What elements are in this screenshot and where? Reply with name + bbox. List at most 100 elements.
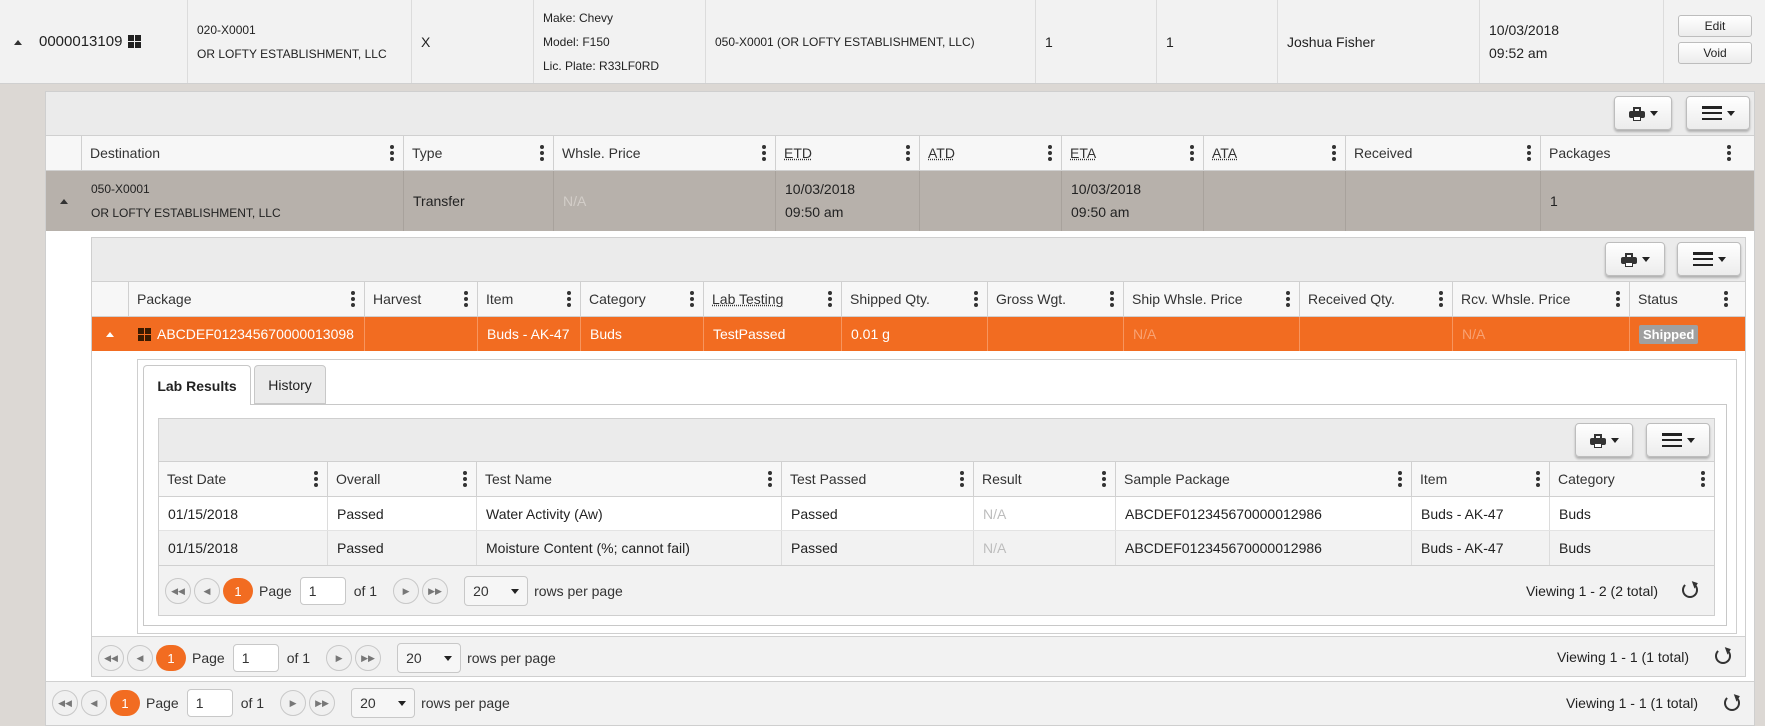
column-menu-icon[interactable] <box>1701 471 1705 487</box>
tab-lab-results[interactable]: Lab Results <box>143 365 251 405</box>
col-eta[interactable]: ETA <box>1062 136 1204 170</box>
table-row[interactable]: 01/15/2018 Passed Water Activity (Aw) Pa… <box>159 497 1714 531</box>
col-package[interactable]: Package <box>129 282 365 316</box>
column-menu-icon[interactable] <box>1190 145 1194 161</box>
col-result[interactable]: Result <box>974 462 1116 496</box>
page-input[interactable]: 1 <box>232 644 279 672</box>
column-menu-icon[interactable] <box>351 291 355 307</box>
column-menu-icon[interactable] <box>762 145 766 161</box>
column-menu-icon[interactable] <box>1727 145 1731 161</box>
col-received-qty[interactable]: Received Qty. <box>1300 282 1453 316</box>
col-lab-testing[interactable]: Lab Testing <box>704 282 842 316</box>
col-ata[interactable]: ATA <box>1204 136 1346 170</box>
package-grid-icon[interactable] <box>138 327 151 341</box>
current-page-button[interactable]: 1 <box>156 645 186 671</box>
refresh-icon[interactable] <box>1724 695 1740 711</box>
prev-page-button[interactable]: ◀ <box>81 690 107 716</box>
col-type[interactable]: Type <box>404 136 554 170</box>
table-row[interactable]: 01/15/2018 Passed Moisture Content (%; c… <box>159 531 1714 565</box>
print-button[interactable] <box>1575 423 1633 457</box>
first-page-button[interactable]: ◀◀ <box>98 645 124 671</box>
column-menu-icon[interactable] <box>1536 471 1540 487</box>
print-button[interactable] <box>1614 96 1672 130</box>
next-page-button[interactable]: ▶ <box>280 690 307 716</box>
collapse-manifest-icon[interactable] <box>14 40 22 45</box>
col-whsle-price[interactable]: Whsle. Price <box>554 136 776 170</box>
collapse-row-icon[interactable] <box>106 332 114 337</box>
col-atd[interactable]: ATD <box>920 136 1062 170</box>
column-menu-icon[interactable] <box>828 291 832 307</box>
menu-button[interactable] <box>1686 96 1750 130</box>
column-menu-icon[interactable] <box>1286 291 1290 307</box>
column-menu-icon[interactable] <box>390 145 394 161</box>
column-menu-icon[interactable] <box>1527 145 1531 161</box>
column-menu-icon[interactable] <box>1724 291 1728 307</box>
col-shipped-qty[interactable]: Shipped Qty. <box>842 282 988 316</box>
last-page-button[interactable]: ▶▶ <box>422 578 449 604</box>
column-menu-icon[interactable] <box>1102 471 1106 487</box>
prev-page-button[interactable]: ◀ <box>127 645 153 671</box>
column-menu-icon[interactable] <box>1110 291 1114 307</box>
collapse-row-icon[interactable] <box>60 199 68 204</box>
menu-button[interactable] <box>1677 242 1741 276</box>
rows-per-page-select[interactable]: 20 <box>351 688 416 718</box>
column-menu-icon[interactable] <box>463 471 467 487</box>
column-menu-icon[interactable] <box>690 291 694 307</box>
edit-button[interactable]: Edit <box>1678 15 1752 37</box>
col-test-passed[interactable]: Test Passed <box>782 462 974 496</box>
col-sample-package[interactable]: Sample Package <box>1116 462 1412 496</box>
last-page-button[interactable]: ▶▶ <box>355 645 382 671</box>
rows-per-page-select[interactable]: 20 <box>397 643 462 673</box>
column-menu-icon[interactable] <box>314 471 318 487</box>
col-status[interactable]: Status <box>1630 282 1737 316</box>
col-packages[interactable]: Packages <box>1541 136 1740 170</box>
column-menu-icon[interactable] <box>1616 291 1620 307</box>
column-menu-icon[interactable] <box>960 471 964 487</box>
package-grid-icon[interactable] <box>128 35 142 48</box>
col-destination[interactable]: Destination <box>82 136 404 170</box>
tab-history[interactable]: History <box>254 365 326 404</box>
destination-row[interactable]: 050-X0001 OR LOFTY ESTABLISHMENT, LLC Tr… <box>46 171 1754 231</box>
column-menu-icon[interactable] <box>1048 145 1052 161</box>
column-menu-icon[interactable] <box>768 471 772 487</box>
col-ship-whsle-price[interactable]: Ship Whsle. Price <box>1124 282 1300 316</box>
rows-per-page-select[interactable]: 20 <box>464 576 529 606</box>
col-gross-wgt[interactable]: Gross Wgt. <box>988 282 1124 316</box>
column-menu-icon[interactable] <box>1398 471 1402 487</box>
print-button[interactable] <box>1605 242 1665 276</box>
col-overall[interactable]: Overall <box>328 462 477 496</box>
col-category[interactable]: Category <box>1550 462 1714 496</box>
menu-button[interactable] <box>1646 423 1710 457</box>
column-menu-icon[interactable] <box>464 291 468 307</box>
page-input[interactable]: 1 <box>186 689 233 717</box>
last-page-button[interactable]: ▶▶ <box>309 690 336 716</box>
current-page-button[interactable]: 1 <box>110 690 140 716</box>
first-page-button[interactable]: ◀◀ <box>165 578 191 604</box>
package-row[interactable]: ABCDEF012345670000013098 Buds - AK-47 Bu… <box>92 317 1745 351</box>
col-item[interactable]: Item <box>478 282 581 316</box>
col-etd[interactable]: ETD <box>776 136 920 170</box>
column-menu-icon[interactable] <box>1439 291 1443 307</box>
col-test-date[interactable]: Test Date <box>159 462 328 496</box>
chevron-down-icon <box>1686 437 1695 443</box>
col-harvest[interactable]: Harvest <box>365 282 478 316</box>
first-page-button[interactable]: ◀◀ <box>52 690 78 716</box>
column-menu-icon[interactable] <box>974 291 978 307</box>
void-button[interactable]: Void <box>1678 42 1752 64</box>
col-rcv-whsle-price[interactable]: Rcv. Whsle. Price <box>1453 282 1630 316</box>
col-item[interactable]: Item <box>1412 462 1550 496</box>
column-menu-icon[interactable] <box>567 291 571 307</box>
col-category[interactable]: Category <box>581 282 704 316</box>
col-test-name[interactable]: Test Name <box>477 462 782 496</box>
prev-page-button[interactable]: ◀ <box>194 578 220 604</box>
current-page-button[interactable]: 1 <box>223 578 253 604</box>
refresh-icon[interactable] <box>1682 582 1698 598</box>
next-page-button[interactable]: ▶ <box>393 578 420 604</box>
refresh-icon[interactable] <box>1715 648 1731 664</box>
column-menu-icon[interactable] <box>906 145 910 161</box>
column-menu-icon[interactable] <box>1332 145 1336 161</box>
col-received[interactable]: Received <box>1346 136 1541 170</box>
column-menu-icon[interactable] <box>540 145 544 161</box>
page-input[interactable]: 1 <box>299 577 346 605</box>
next-page-button[interactable]: ▶ <box>326 645 353 671</box>
